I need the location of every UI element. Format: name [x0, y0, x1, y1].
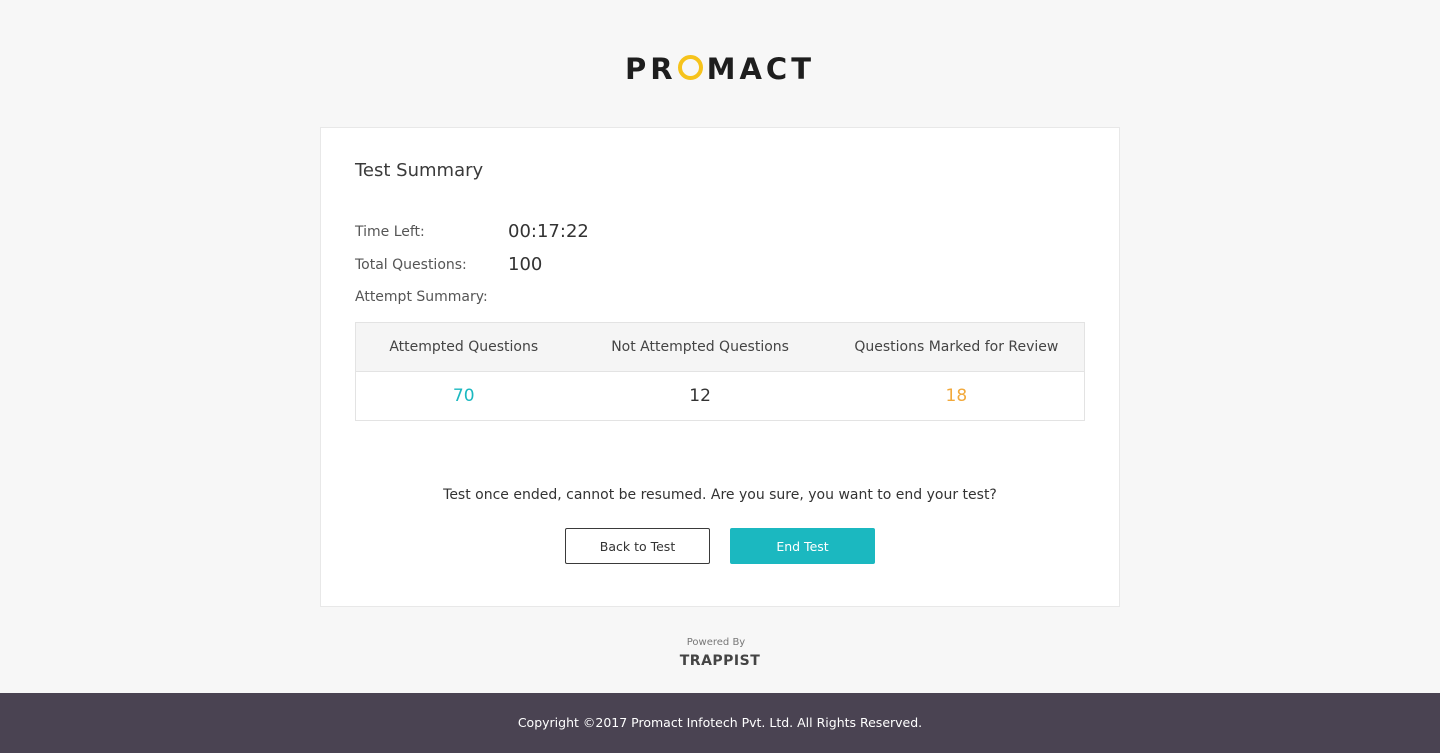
- back-to-test-button[interactable]: Back to Test: [565, 528, 710, 564]
- time-left-value: 00:17:22: [508, 221, 589, 242]
- card-title: Test Summary: [355, 160, 484, 181]
- end-test-button[interactable]: End Test: [730, 528, 875, 564]
- logo-text-prefix: PR: [625, 52, 677, 86]
- footer: Copyright ©2017 Promact Infotech Pvt. Lt…: [0, 693, 1440, 753]
- end-test-warning: Test once ended, cannot be resumed. Are …: [443, 487, 997, 503]
- powered-by: Powered By TRAPPIST: [0, 637, 1440, 670]
- header-not-attempted: Not Attempted Questions: [571, 322, 829, 372]
- header-attempted: Attempted Questions: [355, 322, 572, 372]
- trappist-logo: TRAPPIST: [679, 653, 761, 669]
- header-marked-review: Questions Marked for Review: [828, 322, 1085, 372]
- logo-text-suffix: MACT: [706, 52, 815, 86]
- total-questions-label: Total Questions:: [355, 257, 467, 273]
- time-left-label: Time Left:: [355, 224, 425, 240]
- table-header-row: Attempted Questions Not Attempted Questi…: [355, 322, 1085, 372]
- table-row: 70 12 18: [356, 372, 1085, 421]
- not-attempted-count: 12: [689, 386, 711, 406]
- total-questions-value: 100: [508, 254, 543, 275]
- test-summary-page: PR MACT Test Summary Time Left: 00:17:22 …: [0, 0, 1440, 753]
- marked-review-count: 18: [945, 386, 968, 406]
- logo-o-ring-icon: [677, 55, 703, 80]
- attempted-count: 70: [452, 386, 475, 406]
- attempt-summary-label: Attempt Summary:: [355, 289, 488, 305]
- promact-logo: PR MACT: [0, 52, 1440, 86]
- summary-card: Test Summary Time Left: 00:17:22 Total Q…: [320, 127, 1120, 607]
- attempt-summary-table: Attempted Questions Not Attempted Questi…: [355, 322, 1085, 421]
- copyright-text: Copyright ©2017 Promact Infotech Pvt. Lt…: [517, 715, 923, 730]
- powered-by-label: Powered By: [686, 637, 746, 648]
